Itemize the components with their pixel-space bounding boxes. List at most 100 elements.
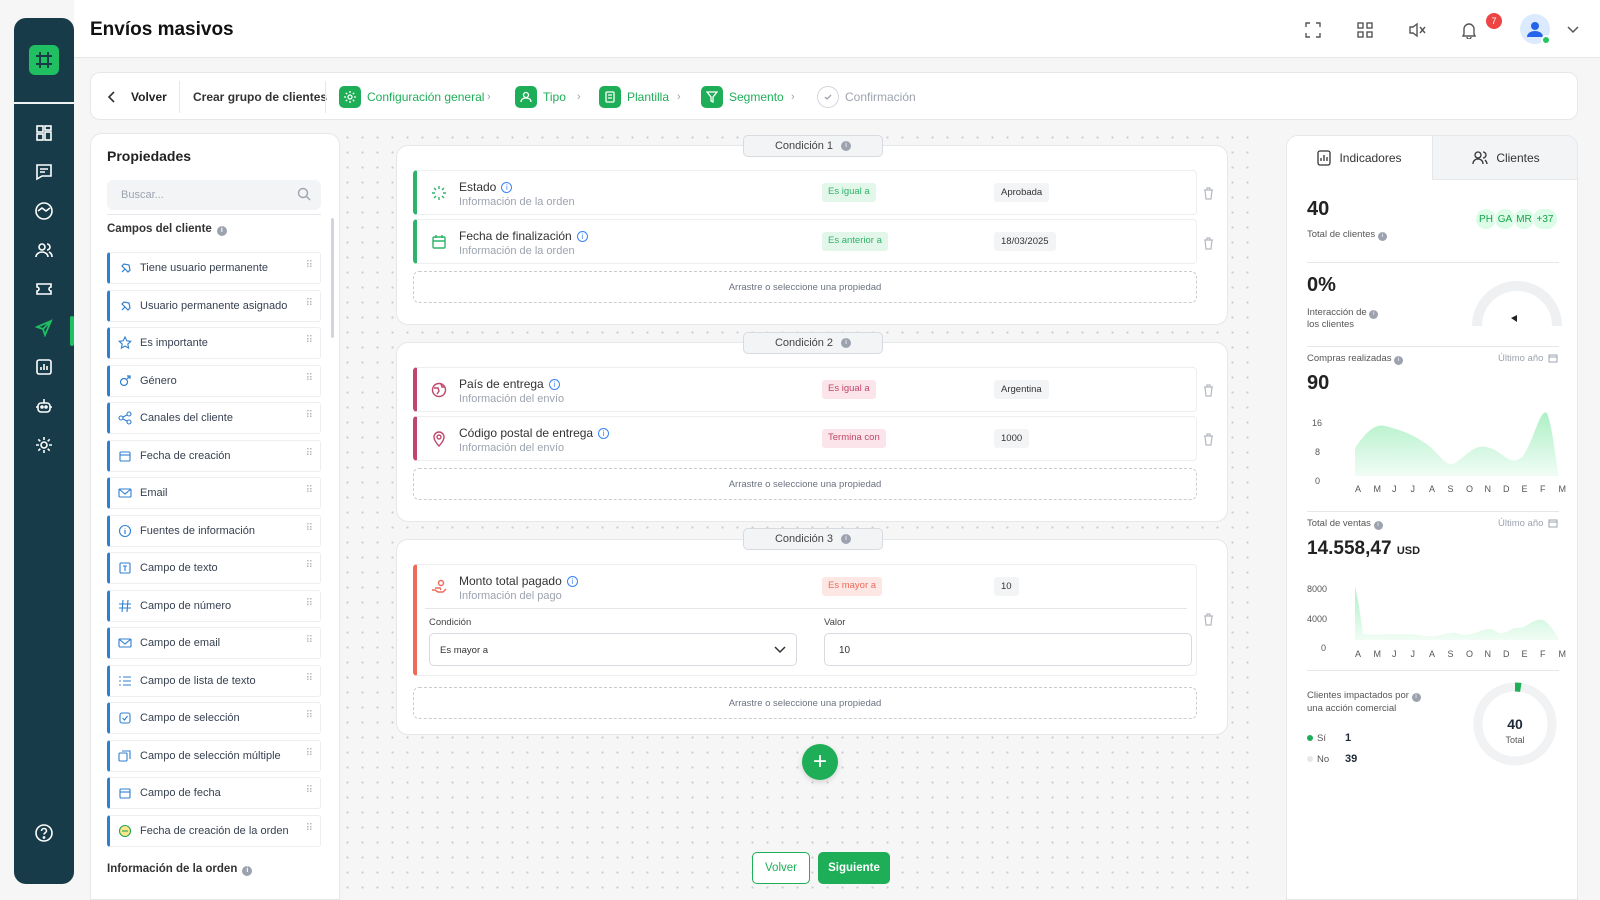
condition-row-pais[interactable]: País de entrega i Información del envío E… [413,367,1197,412]
drag-handle-icon[interactable]: ⠿ [306,261,313,271]
bell-icon[interactable] [1458,19,1480,41]
condition-row-fecha-finalizacion[interactable]: Fecha de finalización i Información de la… [413,219,1197,264]
client-avatar-more[interactable]: +37 [1532,208,1558,230]
property-item[interactable]: Email ⠿ [107,477,321,509]
add-condition-button[interactable]: + [802,744,838,780]
info-icon[interactable]: i [216,226,227,236]
bot-icon[interactable] [32,394,56,418]
mute-icon[interactable] [1406,19,1428,41]
info-icon[interactable]: i [841,141,852,151]
report-icon[interactable] [32,355,56,379]
drag-handle-icon[interactable]: ⠿ [306,411,313,421]
step-confirmation[interactable]: Confirmación [817,73,916,121]
property-item[interactable]: Fecha de creación de la orden ⠿ [107,814,321,847]
drag-handle-icon[interactable]: ⠿ [306,373,313,383]
month-tick-label: M [1558,484,1567,494]
property-item[interactable]: Es importante ⠿ [107,327,321,359]
loading-status-icon [431,185,447,201]
property-label: Campo de selección [140,712,240,724]
search-icon [297,187,311,204]
condition-label-1: Condición 1 i [743,135,883,157]
condition-row-codigo-postal[interactable]: Código postal de entrega i Información de… [413,416,1197,461]
ticket-icon[interactable] [32,277,56,301]
calendar-icon[interactable] [1548,518,1558,528]
step-general-config[interactable]: Configuración general [339,73,484,121]
info-icon[interactable]: i [841,338,852,348]
property-item[interactable]: Usuario permanente asignado ⠿ [107,289,321,322]
property-item[interactable]: Fuentes de información ⠿ [107,514,321,547]
trash-icon[interactable] [1203,433,1214,449]
next-button[interactable]: Siguiente [818,852,890,884]
property-item[interactable]: Campo de selección ⠿ [107,702,321,734]
trash-icon[interactable] [1203,613,1214,629]
property-item[interactable]: Campo de fecha ⠿ [107,777,321,809]
trash-icon[interactable] [1203,187,1214,203]
condition-select[interactable]: Es mayor a [429,633,797,666]
divider [1307,262,1559,263]
tab-clients[interactable]: Clientes [1433,136,1577,180]
drag-handle-icon[interactable]: ⠿ [306,823,313,833]
gear-icon [339,86,361,108]
condition-row-monto-total[interactable]: Monto total pagado i Información del pago… [413,564,1197,676]
chevron-down-icon[interactable] [1562,19,1584,41]
drag-handle-icon[interactable]: ⠿ [306,598,313,608]
scrollbar-thumb[interactable] [331,218,334,338]
app-logo[interactable] [29,45,59,75]
drop-zone[interactable]: Arrastre o seleccione una propiedad [413,271,1197,303]
month-tick-label: M [1373,649,1382,659]
help-icon[interactable] [32,821,56,845]
property-item[interactable]: Tiene usuario permanente ⠿ [107,252,321,284]
chat-icon[interactable] [32,160,56,184]
calendar-icon[interactable] [1548,353,1558,363]
info-icon[interactable]: i [242,866,253,876]
settings-gear-icon[interactable] [32,433,56,457]
step-segment[interactable]: Segmento [701,73,784,121]
search-input[interactable]: Buscar... [107,180,321,210]
back-button[interactable]: Volver [752,852,810,884]
drop-zone[interactable]: Arrastre o seleccione una propiedad [413,468,1197,500]
drag-handle-icon[interactable]: ⠿ [306,748,313,758]
property-item[interactable]: Canales del cliente ⠿ [107,402,321,434]
apps-grid-icon[interactable] [1354,19,1376,41]
property-item[interactable]: Campo de número ⠿ [107,589,321,622]
back-link[interactable]: Volver [107,73,167,121]
donut-total: 40 [1507,716,1523,732]
interaction-gauge [1472,281,1562,327]
fullscreen-icon[interactable] [1302,19,1324,41]
send-icon[interactable] [32,316,56,340]
tab-indicators[interactable]: Indicadores [1287,136,1433,180]
dashboard-icon[interactable] [32,121,56,145]
trash-icon[interactable] [1203,384,1214,400]
info-icon[interactable]: i [841,534,852,544]
trash-icon[interactable] [1203,237,1214,253]
drag-handle-icon[interactable]: ⠿ [306,448,313,458]
drag-handle-icon[interactable]: ⠿ [306,523,313,533]
property-item[interactable]: Campo de email ⠿ [107,627,321,659]
row-name: Código postal de entrega i [459,426,610,440]
value-input[interactable]: 10 [824,633,1192,666]
drop-zone[interactable]: Arrastre o seleccione una propiedad [413,687,1197,719]
step-template[interactable]: Plantilla [599,73,669,121]
handshake-icon[interactable] [32,199,56,223]
drag-handle-icon[interactable]: ⠿ [306,786,313,796]
drag-handle-icon[interactable]: ⠿ [306,561,313,571]
y-tick-label: 8000 [1307,584,1328,594]
drag-handle-icon[interactable]: ⠿ [306,486,313,496]
property-item[interactable]: Campo de lista de texto ⠿ [107,664,321,697]
condition-row-estado[interactable]: Estado i Información de la orden Es igual… [413,170,1197,215]
drag-handle-icon[interactable]: ⠿ [306,298,313,308]
sales-period[interactable]: Último año [1498,518,1543,529]
user-avatar[interactable] [1520,14,1551,45]
drag-handle-icon[interactable]: ⠿ [306,336,313,346]
purchases-period[interactable]: Último año [1498,353,1543,364]
property-item[interactable]: Género ⠿ [107,364,321,397]
drag-handle-icon[interactable]: ⠿ [306,636,313,646]
drag-handle-icon[interactable]: ⠿ [306,711,313,721]
property-item[interactable]: Campo de selección múltiple ⠿ [107,739,321,772]
step-type[interactable]: Tipo [515,73,566,121]
drag-handle-icon[interactable]: ⠿ [306,673,313,683]
property-item[interactable]: Fecha de creación ⠿ [107,439,321,472]
property-label: Campo de fecha [140,787,221,799]
users-icon[interactable] [32,238,56,262]
property-item[interactable]: Campo de texto ⠿ [107,552,321,584]
